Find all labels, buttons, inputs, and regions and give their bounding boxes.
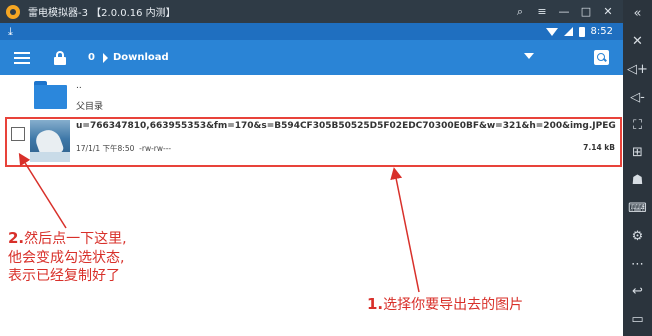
hamburger-menu-icon[interactable] <box>14 49 30 67</box>
search-button[interactable] <box>594 50 609 65</box>
keyboard-icon[interactable]: ⌨ <box>623 195 652 223</box>
close-icon[interactable]: ✕ <box>623 28 652 56</box>
annotation-step2: 2.然后点一下这里, 他会变成勾选状态, 表示已经复制好了 <box>8 229 127 286</box>
window-controls: ⌕ ≡ — □ ✕ <box>509 0 619 23</box>
file-checkbox[interactable] <box>11 127 25 141</box>
search-icon[interactable]: ⌕ <box>509 5 531 19</box>
menu-icon[interactable]: ≡ <box>531 5 553 18</box>
step2-line3: 表示已经复制好了 <box>8 268 120 284</box>
status-icons: 8:52 <box>545 23 613 40</box>
app-toolbar: 0 Download <box>0 40 623 75</box>
arrow-to-checkbox <box>18 152 67 229</box>
parent-label: 父目录 <box>76 102 104 112</box>
file-date: 17/1/1 下午8:50 <box>76 144 135 153</box>
path-dropdown-icon[interactable] <box>524 53 534 59</box>
minimize-icon[interactable]: — <box>553 5 575 18</box>
close-icon[interactable]: ✕ <box>597 5 619 18</box>
file-size: 7.14 kB <box>583 143 615 152</box>
arrow-to-file <box>390 167 420 293</box>
breadcrumb-path[interactable]: Download <box>113 52 169 63</box>
battery-icon <box>578 26 585 37</box>
step1-number: 1. <box>367 295 384 313</box>
wifi-icon <box>545 27 558 36</box>
collapse-icon[interactable]: « <box>623 0 652 28</box>
image-thumbnail <box>30 120 70 162</box>
settings-icon[interactable]: ⚙ <box>623 222 652 250</box>
step2-line2: 他会变成勾选状态, <box>8 249 125 266</box>
app-logo-icon <box>6 4 20 19</box>
tab-number[interactable]: 0 <box>88 52 95 63</box>
step2-line1: 然后点一下这里, <box>24 231 127 247</box>
file-name: u=766347810,663955353&fm=170&s=B594CF305… <box>76 121 616 131</box>
android-status-bar: ⤓ 8:52 <box>0 23 623 40</box>
file-meta: 17/1/1 下午8:50 -rw-rw--- <box>76 143 171 154</box>
robot-icon[interactable]: ☗ <box>623 167 652 195</box>
more-icon[interactable]: ⋯ <box>623 250 652 278</box>
file-row[interactable]: u=766347810,663955353&fm=170&s=B594CF305… <box>0 116 623 168</box>
fullscreen-icon[interactable]: ⛶ <box>623 111 652 139</box>
file-permissions: -rw-rw--- <box>139 144 172 153</box>
recent-apps-icon[interactable]: ▭ <box>623 306 652 334</box>
title-bar: 雷电模拟器-3 【2.0.0.16 内测】 ⌕ ≡ — □ ✕ <box>0 0 623 23</box>
maximize-icon[interactable]: □ <box>575 5 597 18</box>
volume-up-icon[interactable]: ◁+ <box>623 56 652 84</box>
download-icon: ⤓ <box>8 24 13 38</box>
signal-icon <box>563 27 573 36</box>
back-icon[interactable]: ↩ <box>623 278 652 306</box>
breadcrumb-arrow-icon <box>102 52 108 63</box>
emulator-window: 雷电模拟器-3 【2.0.0.16 内测】 ⌕ ≡ — □ ✕ « ✕ ◁+ ◁… <box>0 0 652 336</box>
volume-down-icon[interactable]: ◁- <box>623 83 652 111</box>
step1-text: 选择你要导出去的图片 <box>383 297 524 313</box>
window-title: 雷电模拟器-3 【2.0.0.16 内测】 <box>28 8 176 19</box>
annotation-step1: 1.选择你要导出去的图片 <box>367 295 523 315</box>
folder-icon <box>34 81 67 109</box>
step2-number: 2. <box>8 229 25 247</box>
parent-directory-row[interactable]: .. 父目录 <box>0 75 623 114</box>
emulator-sidebar: « ✕ ◁+ ◁- ⛶ ⊞ ☗ ⌨ ⚙ ⋯ ↩ ▭ <box>623 0 652 336</box>
lock-icon[interactable] <box>54 50 66 65</box>
clock: 8:52 <box>590 26 613 37</box>
parent-dots: .. <box>76 81 82 91</box>
add-app-icon[interactable]: ⊞ <box>623 139 652 167</box>
